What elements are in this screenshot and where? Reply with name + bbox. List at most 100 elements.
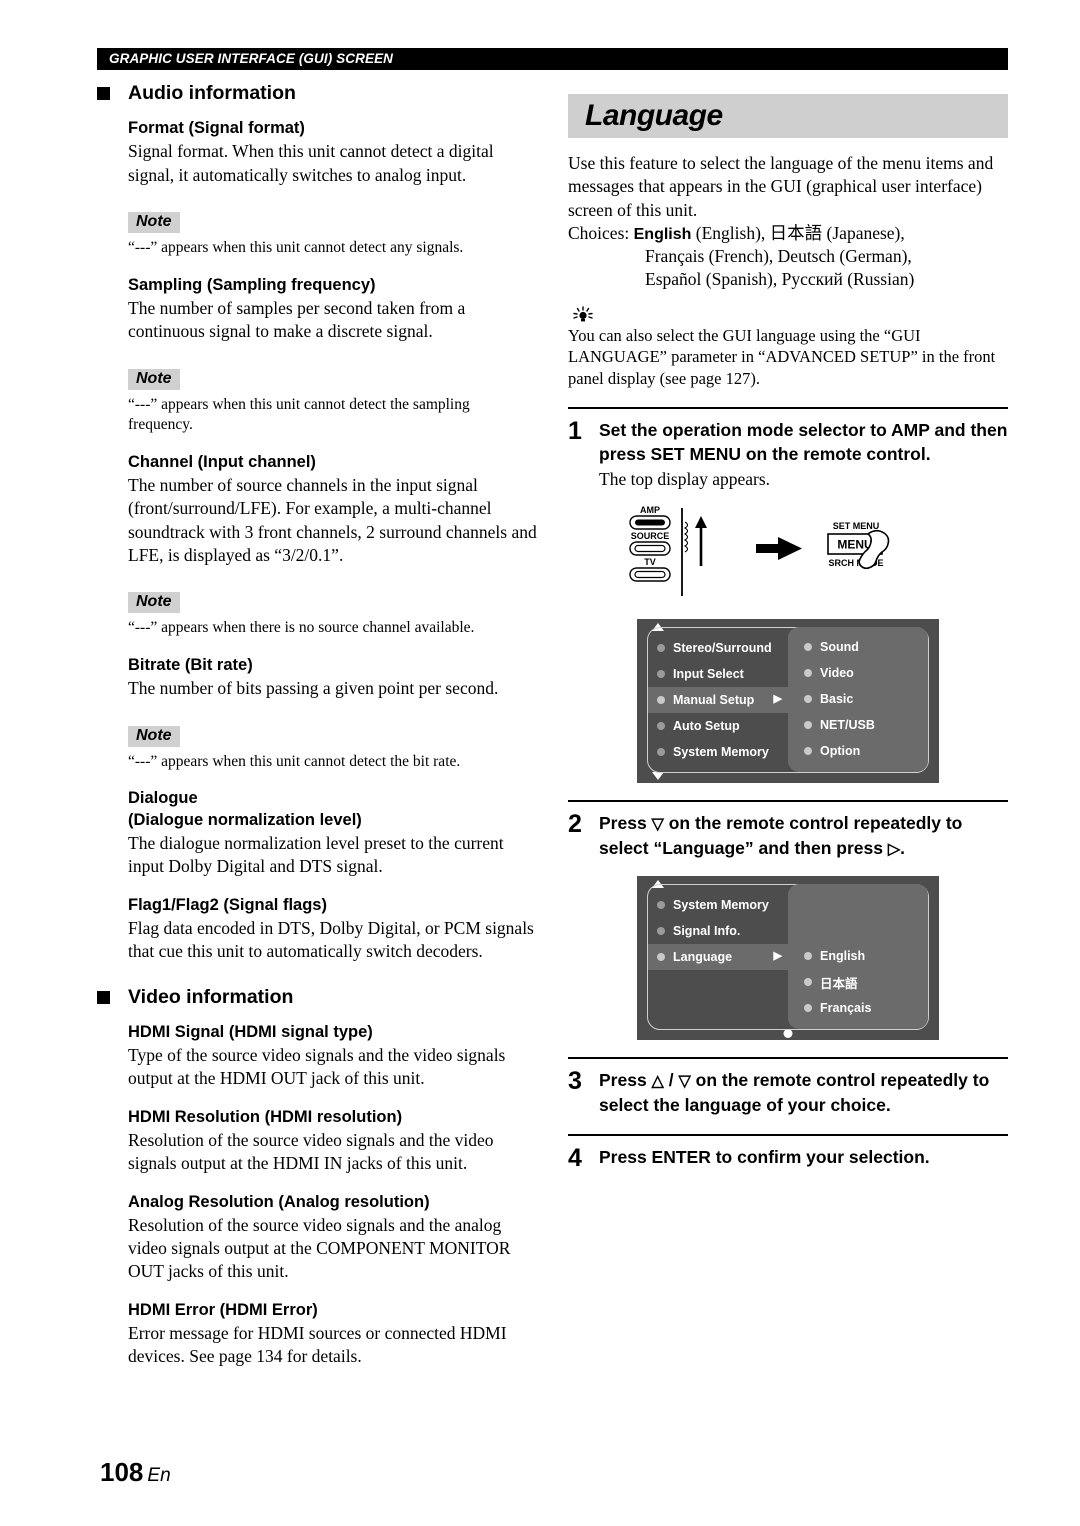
gui-submenu-item[interactable]: Sound	[788, 634, 928, 660]
entry-title: Format (Signal format)	[128, 119, 305, 137]
gui-menu-item-label: Stereo/Surround	[673, 640, 772, 655]
triangle-right-icon: ▷	[887, 840, 901, 858]
step-text-pre: Press	[599, 812, 652, 833]
gui-screen-language-menu: System Memory Signal Info. Language ▶ En…	[637, 875, 939, 1040]
choice-default: English	[633, 225, 692, 243]
gui-menu-item-label: Manual Setup	[673, 692, 755, 707]
bullet-dot-icon	[804, 747, 812, 756]
step-instruction: Press △ / ▽ on the remote control repeat…	[599, 1068, 1008, 1117]
entry-body: Resolution of the source video signals a…	[128, 1214, 511, 1282]
gui-submenu-item-label: Français	[820, 1001, 872, 1016]
bullet-dot-icon	[804, 952, 812, 961]
note-badge: Note	[128, 211, 180, 233]
gui-submenu-item-empty	[788, 917, 928, 943]
entry-body: The number of bits passing a given point…	[128, 678, 499, 699]
bullet-dot-icon	[657, 643, 665, 652]
section-heading-audio: Audio information	[97, 82, 537, 105]
entry-body: Error message for HDMI sources or connec…	[128, 1323, 507, 1367]
section-heading-video-label: Video information	[128, 985, 294, 1008]
bullet-dot-icon	[804, 695, 812, 704]
section-heading-audio-label: Audio information	[128, 82, 296, 104]
choices-line-1-rest: (English), 日本語 (Japanese),	[691, 222, 905, 243]
bullet-dot-icon	[657, 952, 665, 961]
step-divider	[568, 799, 1008, 802]
note-text: “---” appears when this unit cannot dete…	[128, 752, 461, 770]
gui-menu-item-label: Input Select	[673, 666, 744, 681]
step-instruction: Press ENTER to confirm your selection.	[599, 1147, 930, 1168]
source-label: SOURCE	[631, 531, 670, 541]
gui-submenu-item[interactable]: 日本語	[788, 969, 928, 995]
feature-title-bar: Language	[568, 94, 1008, 138]
feature-title-label: Language	[585, 99, 723, 132]
entry-body: Resolution of the source video signals a…	[128, 1129, 494, 1174]
step-4: 4 Press ENTER to confirm your selection.	[568, 1145, 1008, 1171]
gui-screen-top-display: Stereo/Surround Input Select Manual Setu…	[637, 618, 939, 783]
section-heading-video: Video information	[97, 986, 537, 1009]
bullet-dot-icon	[657, 926, 665, 935]
amp-label: AMP	[640, 505, 660, 515]
entry-title: HDMI Resolution (HDMI resolution)	[128, 1107, 403, 1126]
chevron-right-icon: ▶	[773, 693, 782, 706]
step-text-post: .	[900, 837, 906, 858]
gui-submenu-item-label: English	[820, 949, 866, 964]
gui-submenu-item-empty	[788, 891, 928, 917]
gui-submenu-item[interactable]: Basic	[788, 686, 928, 712]
bullet-dot-icon	[657, 747, 665, 756]
gui-menu-item-selected[interactable]: Manual Setup ▶	[648, 686, 802, 713]
running-head: GRAPHIC USER INTERFACE (GUI) SCREEN	[97, 48, 1008, 70]
page-folio: 108 En	[100, 1457, 171, 1488]
gui-menu-item[interactable]: System Memory	[648, 892, 788, 918]
feature-intro: Use this feature to select the language …	[568, 153, 994, 220]
step-2: 2 Press ▽ on the remote control repeated…	[568, 811, 1008, 861]
set-menu-label: SET MENU	[833, 521, 880, 531]
choices-block: Choices: English (English), 日本語 (Japanes…	[568, 222, 1008, 292]
bullet-dot-icon	[804, 978, 812, 987]
gui-submenu-item-label: Basic	[820, 692, 854, 707]
gui-submenu-right-list: English 日本語 Français	[788, 884, 928, 1030]
gui-menu-item-label: Auto Setup	[673, 718, 740, 733]
step-divider	[568, 1056, 1008, 1059]
tv-label: TV	[644, 557, 656, 567]
entry-body: Flag data encoded in DTS, Dolby Digital,…	[128, 918, 534, 962]
gui-submenu-item[interactable]: Français	[788, 995, 928, 1021]
gui-submenu-item-label: Sound	[820, 640, 859, 655]
choices-line-2: Français (French), Deutsch (German),	[645, 246, 912, 267]
step-text-mid: /	[663, 1069, 679, 1090]
bullet-dot-icon	[657, 695, 665, 704]
entry-title: Flag1/Flag2 (Signal flags)	[128, 895, 327, 914]
step-1: 1 Set the operation mode selector to AMP…	[568, 418, 1008, 492]
entry-body: The dialogue normalization level preset …	[128, 833, 504, 877]
manual-page: GRAPHIC USER INTERFACE (GUI) SCREEN Audi…	[0, 0, 1080, 1526]
entry-title: Dialogue	[128, 789, 198, 808]
step-text-pre: Press	[599, 1069, 652, 1090]
triangle-down-icon: ▽	[651, 815, 664, 833]
gui-menu-item-empty	[648, 970, 788, 996]
gui-menu-left-list: System Memory Signal Info. Language ▶	[648, 885, 802, 1029]
gui-menu-item-selected[interactable]: Language ▶	[648, 943, 802, 970]
gui-menu-item[interactable]: System Memory	[648, 739, 788, 765]
entry-title: HDMI Error (HDMI Error)	[128, 1300, 318, 1319]
gui-submenu-item[interactable]: NET/USB	[788, 712, 928, 738]
entry-body: Signal format. When this unit cannot det…	[128, 141, 494, 185]
gui-menu-item[interactable]: Signal Info.	[648, 918, 788, 944]
step-instruction: Set the operation mode selector to AMP a…	[599, 419, 1008, 465]
gui-submenu-item[interactable]: Video	[788, 660, 928, 686]
gui-menu-item[interactable]: Stereo/Surround	[648, 635, 788, 661]
gui-submenu-item[interactable]: Option	[788, 738, 928, 764]
page-number: 108	[100, 1457, 144, 1487]
page-language-code: En	[147, 1465, 171, 1486]
note-badge: Note	[128, 368, 180, 390]
choices-line-3: Español (Spanish), Русский (Russian)	[645, 269, 915, 290]
bullet-dot-icon	[657, 721, 665, 730]
tip-icon	[568, 305, 1008, 324]
left-column: Audio information Format (Signal format)…	[97, 82, 537, 1385]
gui-menu-item[interactable]: Input Select	[648, 661, 788, 687]
gui-submenu-item[interactable]: English	[788, 943, 928, 969]
gui-menu-item-label: System Memory	[673, 744, 769, 759]
right-column: Language Use this feature to select the …	[568, 94, 1008, 1171]
note-badge: Note	[128, 725, 180, 747]
gui-menu-item[interactable]: Auto Setup	[648, 713, 788, 739]
gui-submenu-item-label: Video	[820, 666, 854, 681]
step-number: 4	[568, 1144, 582, 1173]
chevron-right-icon: ▶	[773, 950, 782, 963]
